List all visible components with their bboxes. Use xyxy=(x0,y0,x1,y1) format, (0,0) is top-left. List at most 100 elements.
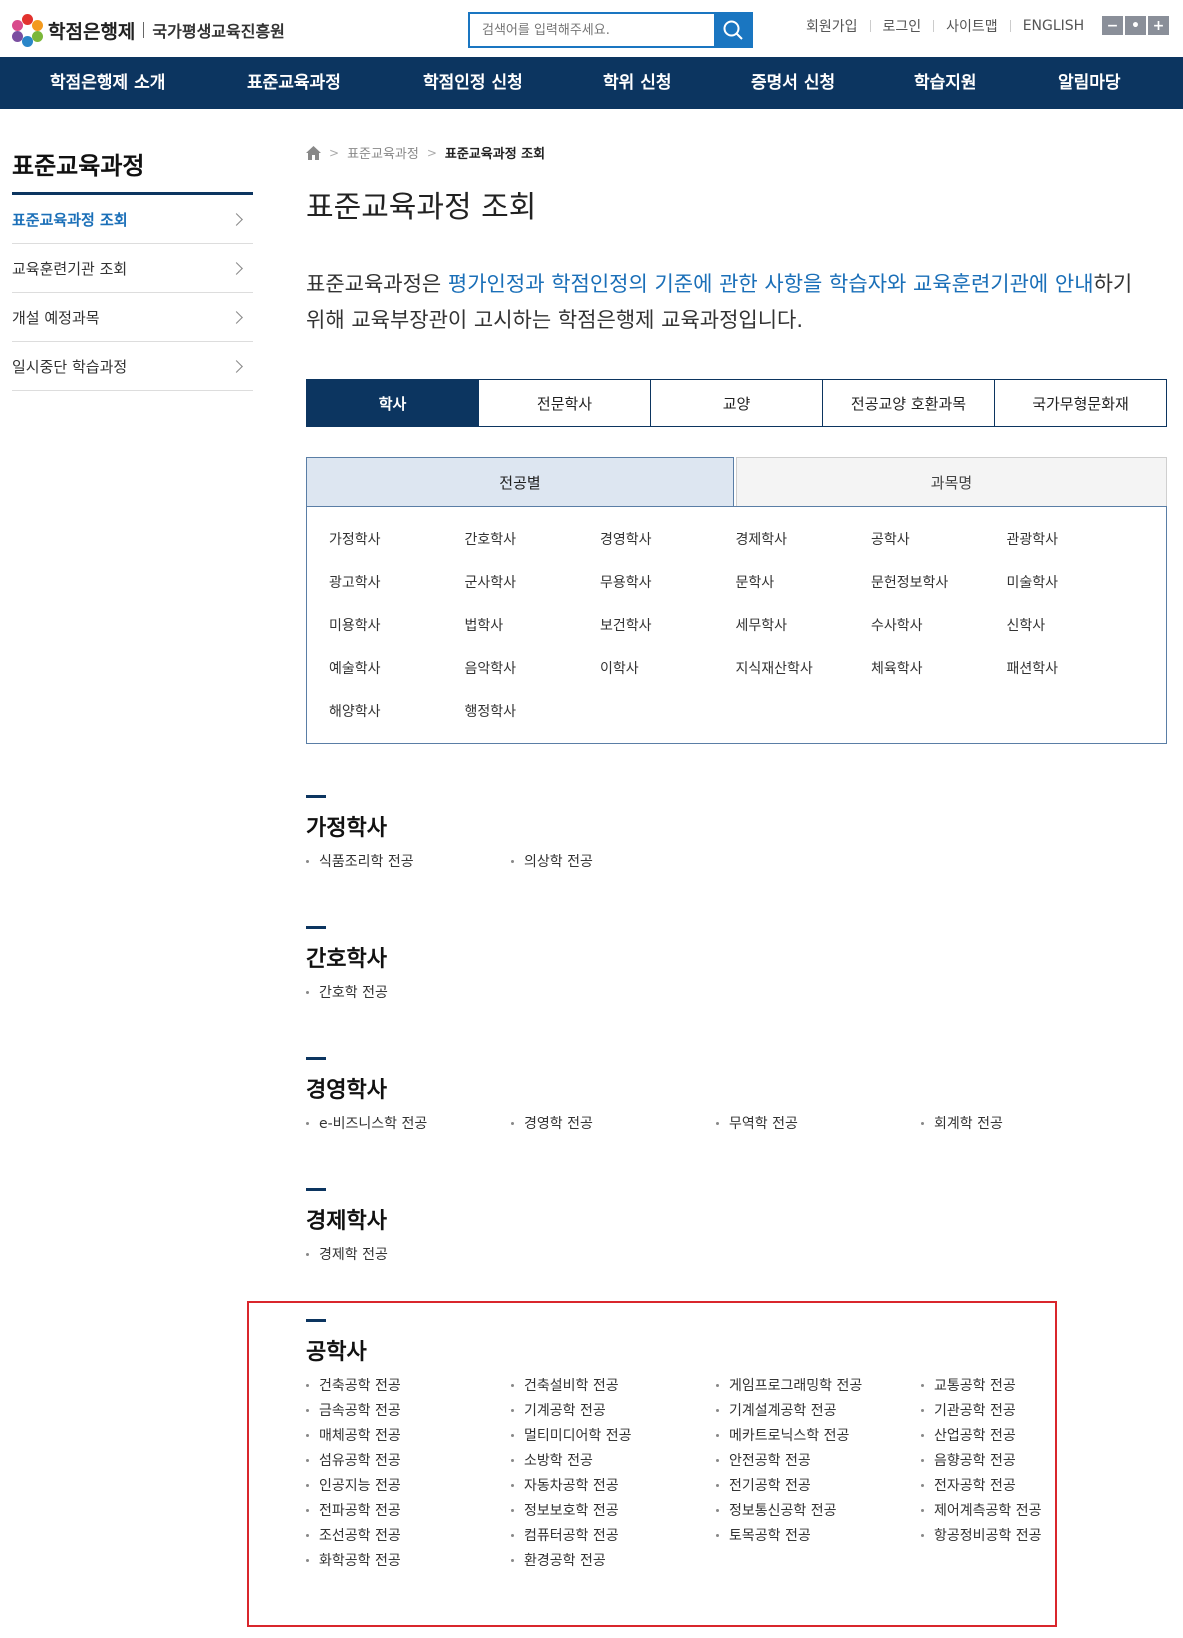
tab-associate[interactable]: 전문학사 xyxy=(479,380,651,426)
degree-link[interactable]: 세무학사 xyxy=(736,615,872,658)
search-mode-tabs: 전공별 과목명 xyxy=(306,457,1167,507)
degree-link[interactable]: 체육학사 xyxy=(871,658,1007,701)
tab-general-education[interactable]: 교양 xyxy=(651,380,823,426)
tab-intangible-heritage[interactable]: 국가무형문화재 xyxy=(995,380,1166,426)
tab-by-major[interactable]: 전공별 xyxy=(306,457,734,507)
zoom-reset-button[interactable]: • xyxy=(1125,16,1146,35)
sidebar-item-planned-courses[interactable]: 개설 예정과목 xyxy=(12,293,253,342)
gnb-item-curriculum[interactable]: 표준교육과정 xyxy=(247,57,341,109)
degree-link[interactable]: 패션학사 xyxy=(1007,658,1143,701)
major-link[interactable]: 식품조리학 전공 xyxy=(306,851,511,876)
degree-link[interactable]: 무용학사 xyxy=(600,572,736,615)
section-marker xyxy=(306,926,326,929)
gnb-item-intro[interactable]: 학점은행제 소개 xyxy=(50,57,165,109)
gnb-item-credit-apply[interactable]: 학점인정 신청 xyxy=(423,57,523,109)
major-link[interactable]: 간호학 전공 xyxy=(306,982,511,1007)
section-marker xyxy=(306,1057,326,1060)
sidebar-item-label: 표준교육과정 조회 xyxy=(12,210,128,229)
degree-link[interactable]: 행정학사 xyxy=(465,701,601,744)
major-link[interactable]: 경제학 전공 xyxy=(306,1244,511,1269)
intro-highlight: 평가인정과 학점인정의 기준에 관한 사항을 학습자와 교육훈련기관에 안내 xyxy=(447,272,1094,296)
util-divider xyxy=(933,20,935,32)
degree-link[interactable]: 보건학사 xyxy=(600,615,736,658)
tab-bachelor[interactable]: 학사 xyxy=(307,380,479,426)
top-header: 학점은행제 국가평생교육진흥원 회원가입 로그인 사이트맵 ENGLISH − … xyxy=(0,0,1183,57)
login-link[interactable]: 로그인 xyxy=(883,16,922,36)
intro-part: 표준교육과정은 xyxy=(306,272,448,296)
sidebar-title: 표준교육과정 xyxy=(12,152,145,180)
degree-link[interactable]: 관광학사 xyxy=(1007,529,1143,572)
search-icon xyxy=(723,20,743,40)
tab-by-course-name[interactable]: 과목명 xyxy=(736,457,1167,507)
sidebar-item-institution-search[interactable]: 교육훈련기관 조회 xyxy=(12,244,253,293)
degree-link[interactable]: 경제학사 xyxy=(736,529,872,572)
major-link[interactable]: 무역학 전공 xyxy=(716,1113,921,1138)
degree-link[interactable]: 미용학사 xyxy=(329,615,465,658)
sidebar-item-label: 교육훈련기관 조회 xyxy=(12,259,128,278)
zoom-controls: − • + xyxy=(1102,16,1169,35)
degree-link[interactable]: 음악학사 xyxy=(465,658,601,701)
major-link[interactable]: e-비즈니스학 전공 xyxy=(306,1113,511,1138)
breadcrumb-item[interactable]: 표준교육과정 xyxy=(347,143,419,162)
section-marker xyxy=(306,1188,326,1191)
section-title: 간호학사 xyxy=(306,947,387,972)
major-link[interactable]: 회계학 전공 xyxy=(921,1113,1126,1138)
degree-link[interactable]: 광고학사 xyxy=(329,572,465,615)
main-navigation: 학점은행제 소개 표준교육과정 학점인정 신청 학위 신청 증명서 신청 학습지… xyxy=(0,57,1183,109)
sidebar-item-suspended-courses[interactable]: 일시중단 학습과정 xyxy=(12,342,253,391)
sitemap-link[interactable]: 사이트맵 xyxy=(946,16,998,36)
degree-link[interactable]: 예술학사 xyxy=(329,658,465,701)
gnb-item-certificate[interactable]: 증명서 신청 xyxy=(751,57,835,109)
degree-link[interactable]: 법학사 xyxy=(465,615,601,658)
signup-link[interactable]: 회원가입 xyxy=(806,16,858,36)
major-list: 경제학 전공 xyxy=(306,1244,1167,1269)
chevron-right-icon xyxy=(230,310,243,324)
gnb-item-degree-apply[interactable]: 학위 신청 xyxy=(603,57,671,109)
major-list: e-비즈니스학 전공 경영학 전공 무역학 전공 회계학 전공 xyxy=(306,1113,1167,1138)
search-input[interactable] xyxy=(470,14,714,46)
major-link[interactable]: 경영학 전공 xyxy=(511,1113,716,1138)
zoom-in-button[interactable]: + xyxy=(1148,16,1169,35)
degree-link[interactable]: 해양학사 xyxy=(329,701,465,744)
english-link[interactable]: ENGLISH xyxy=(1023,18,1085,34)
degree-link[interactable]: 이학사 xyxy=(600,658,736,701)
sidebar-menu: 표준교육과정 조회 교육훈련기관 조회 개설 예정과목 일시중단 학습과정 xyxy=(12,195,253,391)
highlight-box xyxy=(247,1301,1057,1627)
degree-link[interactable]: 가정학사 xyxy=(329,529,465,572)
degree-link[interactable]: 신학사 xyxy=(1007,615,1143,658)
degree-link[interactable]: 문헌정보학사 xyxy=(871,572,1007,615)
util-divider xyxy=(1009,20,1011,32)
gnb-item-notice[interactable]: 알림마당 xyxy=(1058,57,1121,109)
section-nursing: 간호학사 간호학 전공 xyxy=(306,926,1167,1007)
gnb-item-learning-support[interactable]: 학습지원 xyxy=(914,57,977,109)
degree-link[interactable]: 지식재산학사 xyxy=(736,658,872,701)
section-marker xyxy=(306,795,326,798)
util-divider xyxy=(869,20,871,32)
sidebar-item-curriculum-search[interactable]: 표준교육과정 조회 xyxy=(12,195,253,244)
logo-main-text: 학점은행제 xyxy=(48,20,136,43)
search-button[interactable] xyxy=(714,14,751,46)
breadcrumb-separator: > xyxy=(426,145,437,160)
logo-org-text: 국가평생교육진흥원 xyxy=(152,22,285,41)
sidebar-item-label: 일시중단 학습과정 xyxy=(12,357,128,376)
section-title: 가정학사 xyxy=(306,816,387,841)
degree-list: 가정학사 간호학사 경영학사 경제학사 공학사 관광학사광고학사 군사학사 무용학사 문학사 문헌… xyxy=(306,506,1167,744)
chevron-right-icon xyxy=(230,261,243,275)
intro-text: 표준교육과정은 평가인정과 학점인정의 기준에 관한 사항을 학습자와 교육훈련… xyxy=(306,266,1136,338)
search-box xyxy=(468,12,753,48)
degree-link[interactable]: 군사학사 xyxy=(465,572,601,615)
logo-flower-icon xyxy=(12,14,44,47)
degree-link[interactable]: 간호학사 xyxy=(465,529,601,572)
zoom-out-button[interactable]: − xyxy=(1102,16,1123,35)
section-title: 경제학사 xyxy=(306,1209,387,1234)
home-icon[interactable] xyxy=(306,145,321,160)
degree-link[interactable]: 경영학사 xyxy=(600,529,736,572)
tab-compatible-courses[interactable]: 전공교양 호환과목 xyxy=(823,380,995,426)
site-logo[interactable]: 학점은행제 국가평생교육진흥원 xyxy=(12,14,285,47)
chevron-right-icon xyxy=(230,359,243,373)
major-link[interactable]: 의상학 전공 xyxy=(511,851,716,876)
degree-link[interactable]: 공학사 xyxy=(871,529,1007,572)
degree-link[interactable]: 미술학사 xyxy=(1007,572,1143,615)
degree-link[interactable]: 문학사 xyxy=(736,572,872,615)
degree-link[interactable]: 수사학사 xyxy=(871,615,1007,658)
